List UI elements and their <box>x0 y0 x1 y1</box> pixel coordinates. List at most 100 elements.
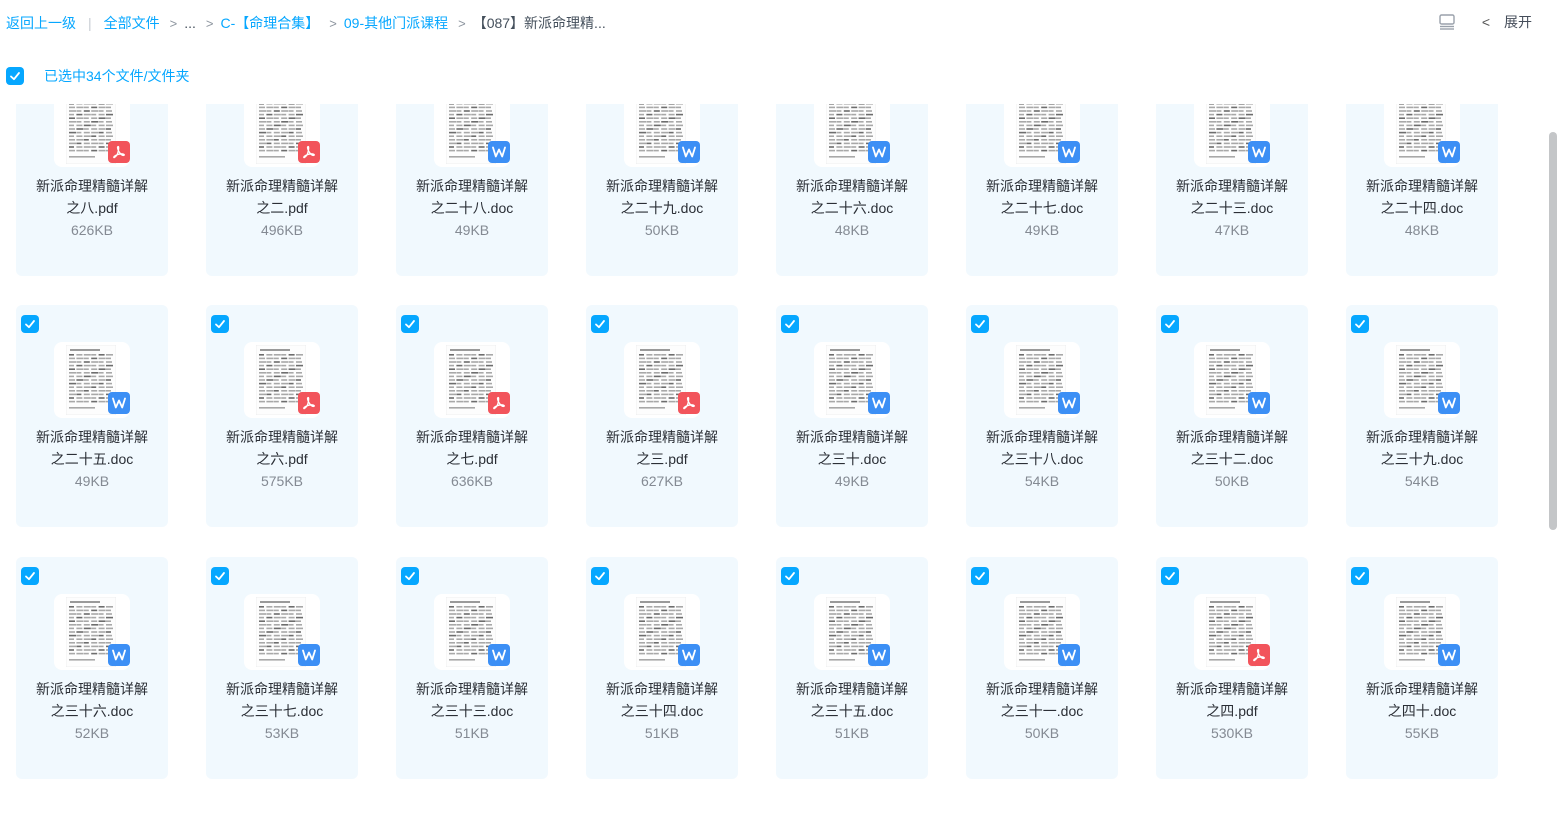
word-doc-icon <box>872 649 886 661</box>
file-checkbox[interactable] <box>781 567 799 585</box>
file-name: 新派命理精髓详解 之三十七.doc <box>206 678 358 722</box>
file-name-line1: 新派命理精髓详解 <box>606 429 718 445</box>
file-card[interactable]: 新派命理精髓详解 之三十三.doc 51KB <box>396 557 548 779</box>
word-badge <box>1248 392 1270 414</box>
word-doc-icon <box>1252 397 1266 409</box>
file-checkbox[interactable] <box>591 315 609 333</box>
file-name-line1: 新派命理精髓详解 <box>796 429 908 445</box>
file-card[interactable]: 新派命理精髓详解 之四.pdf 530KB <box>1156 557 1308 779</box>
file-name-line1: 新派命理精髓详解 <box>606 681 718 697</box>
file-name-line2: 之二十九.doc <box>620 200 704 216</box>
pdf-icon <box>1253 648 1265 662</box>
file-checkbox[interactable] <box>1351 315 1369 333</box>
word-badge <box>1058 644 1080 666</box>
select-all-checkbox[interactable] <box>6 67 24 85</box>
pdf-badge <box>1248 644 1270 666</box>
breadcrumb-ellipsis[interactable]: ... <box>184 15 196 31</box>
pdf-badge <box>678 392 700 414</box>
file-name: 新派命理精髓详解 之三十九.doc <box>1346 426 1498 470</box>
file-card[interactable]: 新派命理精髓详解 之三十五.doc 51KB <box>776 557 928 779</box>
file-name-line2: 之二十三.doc <box>1190 200 1274 216</box>
file-thumbnail <box>1194 104 1270 167</box>
word-doc-icon <box>112 397 126 409</box>
file-checkbox[interactable] <box>21 315 39 333</box>
file-card[interactable]: 新派命理精髓详解 之二十八.doc 49KB <box>396 104 548 276</box>
file-card[interactable]: 新派命理精髓详解 之八.pdf 626KB <box>16 104 168 276</box>
file-card[interactable]: 新派命理精髓详解 之三十.doc 49KB <box>776 305 928 527</box>
file-checkbox[interactable] <box>211 315 229 333</box>
file-checkbox[interactable] <box>971 315 989 333</box>
file-card[interactable]: 新派命理精髓详解 之三十七.doc 53KB <box>206 557 358 779</box>
file-checkbox[interactable] <box>971 567 989 585</box>
file-name-line2: 之四.pdf <box>1206 703 1258 719</box>
file-size: 49KB <box>834 473 870 489</box>
file-card[interactable]: 新派命理精髓详解 之三十九.doc 54KB <box>1346 305 1498 527</box>
file-checkbox[interactable] <box>1161 567 1179 585</box>
file-name-line1: 新派命理精髓详解 <box>796 178 908 194</box>
word-doc-icon <box>1062 146 1076 158</box>
breadcrumb-school-folder[interactable]: 09-其他门派课程 <box>344 13 448 33</box>
file-name-line1: 新派命理精髓详解 <box>226 178 338 194</box>
file-card[interactable]: 新派命理精髓详解 之二.pdf 496KB <box>206 104 358 276</box>
file-checkbox[interactable] <box>401 315 419 333</box>
check-icon <box>785 320 795 329</box>
vertical-scrollbar[interactable] <box>1549 132 1557 530</box>
breadcrumb-all-files[interactable]: 全部文件 <box>104 13 160 33</box>
file-checkbox[interactable] <box>211 567 229 585</box>
pdf-badge <box>108 141 130 163</box>
file-name-line2: 之二.pdf <box>256 200 308 216</box>
file-card[interactable]: 新派命理精髓详解 之七.pdf 636KB <box>396 305 548 527</box>
file-checkbox[interactable] <box>21 567 39 585</box>
pdf-badge <box>488 392 510 414</box>
file-checkbox[interactable] <box>1351 567 1369 585</box>
file-card[interactable]: 新派命理精髓详解 之二十六.doc 48KB <box>776 104 928 276</box>
file-card[interactable]: 新派命理精髓详解 之四十.doc 55KB <box>1346 557 1498 779</box>
file-size: 53KB <box>264 725 300 741</box>
file-card[interactable]: 新派命理精髓详解 之二十三.doc 47KB <box>1156 104 1308 276</box>
file-name: 新派命理精髓详解 之六.pdf <box>206 426 358 470</box>
file-card[interactable]: 新派命理精髓详解 之三.pdf 627KB <box>586 305 738 527</box>
file-name-line1: 新派命理精髓详解 <box>986 681 1098 697</box>
file-thumbnail <box>1384 342 1460 418</box>
file-card[interactable]: 新派命理精髓详解 之六.pdf 575KB <box>206 305 358 527</box>
file-name-line1: 新派命理精髓详解 <box>416 681 528 697</box>
word-badge <box>1248 141 1270 163</box>
file-checkbox[interactable] <box>781 315 799 333</box>
file-card[interactable]: 新派命理精髓详解 之二十七.doc 49KB <box>966 104 1118 276</box>
breadcrumb-c-folder[interactable]: C-【命理合集】 <box>221 13 320 33</box>
file-name-line2: 之三十四.doc <box>620 703 704 719</box>
file-name: 新派命理精髓详解 之三十四.doc <box>586 678 738 722</box>
file-card[interactable]: 新派命理精髓详解 之二十九.doc 50KB <box>586 104 738 276</box>
pdf-icon <box>683 396 695 410</box>
pdf-badge <box>298 141 320 163</box>
file-thumbnail <box>244 104 320 167</box>
file-thumbnail <box>1004 594 1080 670</box>
file-thumbnail <box>1004 104 1080 167</box>
word-doc-icon <box>682 649 696 661</box>
view-mode-icon[interactable] <box>1438 13 1456 31</box>
file-name: 新派命理精髓详解 之二十三.doc <box>1156 175 1308 219</box>
word-badge <box>488 644 510 666</box>
file-size: 54KB <box>1404 473 1440 489</box>
file-card[interactable]: 新派命理精髓详解 之三十四.doc 51KB <box>586 557 738 779</box>
file-card[interactable]: 新派命理精髓详解 之三十八.doc 54KB <box>966 305 1118 527</box>
chevron-right-icon: > <box>458 15 466 31</box>
file-card[interactable]: 新派命理精髓详解 之三十二.doc 50KB <box>1156 305 1308 527</box>
file-card[interactable]: 新派命理精髓详解 之二十五.doc 49KB <box>16 305 168 527</box>
expand-button[interactable]: 展开 <box>1504 12 1532 32</box>
file-checkbox[interactable] <box>591 567 609 585</box>
file-checkbox[interactable] <box>1161 315 1179 333</box>
file-size: 49KB <box>454 222 490 238</box>
file-card[interactable]: 新派命理精髓详解 之二十四.doc 48KB <box>1346 104 1498 276</box>
back-link[interactable]: 返回上一级 <box>6 13 76 33</box>
file-card[interactable]: 新派命理精髓详解 之三十一.doc 50KB <box>966 557 1118 779</box>
file-card[interactable]: 新派命理精髓详解 之三十六.doc 52KB <box>16 557 168 779</box>
file-name-line1: 新派命理精髓详解 <box>416 178 528 194</box>
file-name-line2: 之三.pdf <box>636 451 688 467</box>
file-checkbox[interactable] <box>401 567 419 585</box>
file-name-line2: 之三十八.doc <box>1000 451 1084 467</box>
chevron-left-icon[interactable]: < <box>1482 14 1490 30</box>
check-icon <box>975 572 985 581</box>
file-name-line2: 之二十七.doc <box>1000 200 1084 216</box>
file-size: 636KB <box>450 473 494 489</box>
